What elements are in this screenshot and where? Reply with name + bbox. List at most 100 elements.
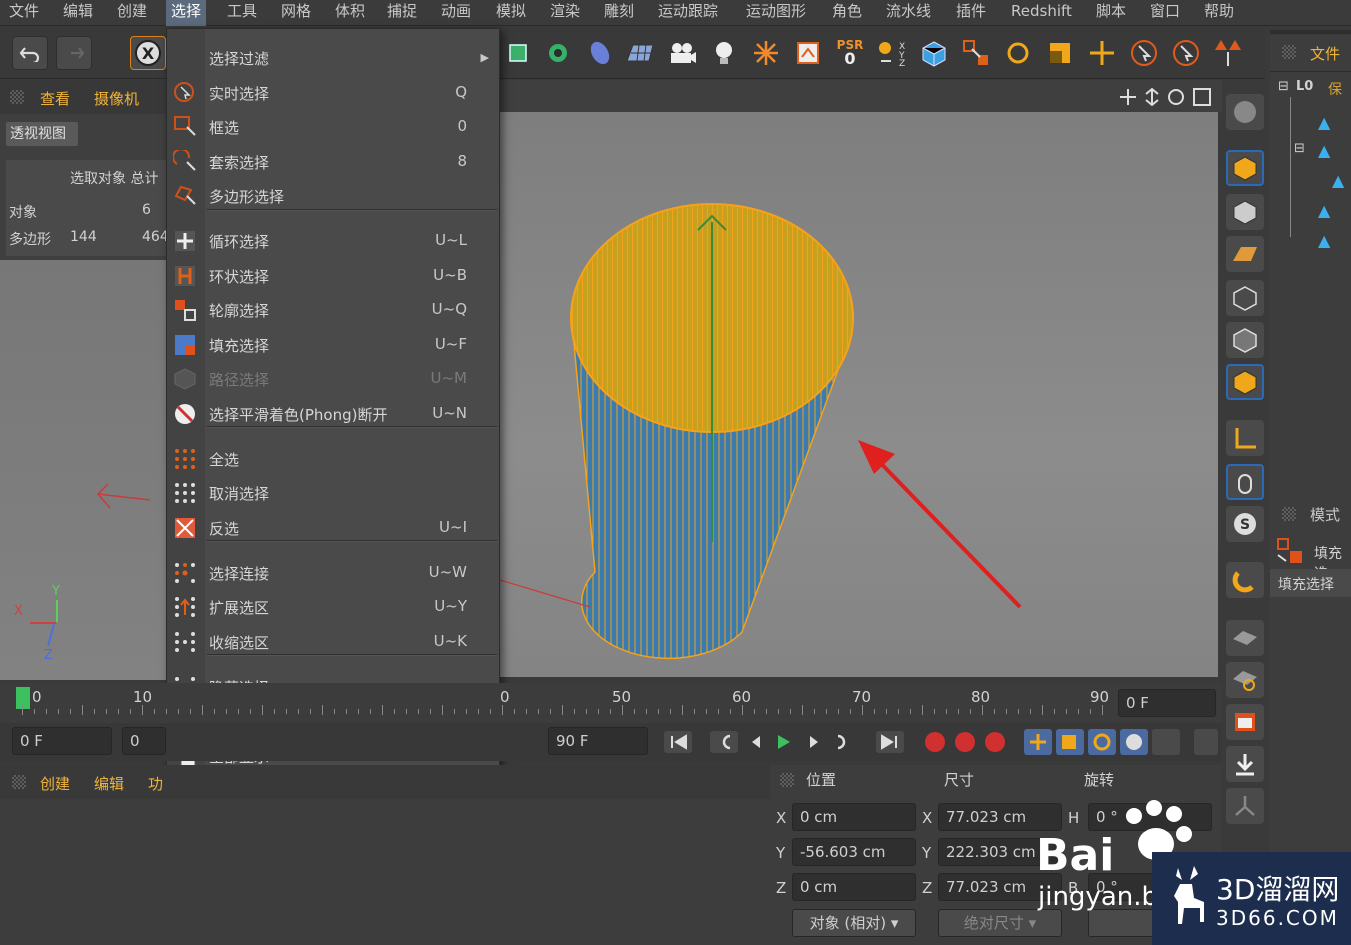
menu-14[interactable]: 角色 <box>827 0 867 26</box>
menu-20[interactable]: 帮助 <box>1199 0 1239 26</box>
menu-7[interactable]: 捕捉 <box>382 0 422 26</box>
import-button[interactable] <box>1226 746 1264 782</box>
select-menu-item-7[interactable]: 轮廓选择 U~Q <box>167 293 499 327</box>
axis-button[interactable] <box>1226 788 1264 824</box>
planar-workplane-button[interactable] <box>1226 662 1264 698</box>
cube-object-button[interactable] <box>500 36 536 70</box>
menu-9[interactable]: 模拟 <box>491 0 531 26</box>
magnet-button[interactable] <box>1226 562 1264 598</box>
lock-workplane-button[interactable] <box>1226 620 1264 656</box>
menu-18[interactable]: 脚本 <box>1091 0 1131 26</box>
drag-handle[interactable] <box>12 775 26 789</box>
drag-handle[interactable] <box>10 90 24 104</box>
make-editable-button[interactable] <box>1226 94 1264 130</box>
tree-collapse-icon[interactable]: ⊟ <box>1294 141 1305 156</box>
select-menu-item-0[interactable]: 选择过滤 ▶ <box>167 41 499 75</box>
redo-button[interactable] <box>56 36 92 70</box>
solo-button[interactable]: S <box>1226 506 1264 542</box>
select-menu-item-2[interactable]: 框选 0 <box>167 110 499 144</box>
select-menu-item-4[interactable]: 多边形选择 <box>167 179 499 213</box>
select-menu-item-8[interactable]: 填充选择 U~F <box>167 328 499 362</box>
edge-mode-button[interactable] <box>1226 322 1264 358</box>
scale-tool-button[interactable] <box>1042 36 1078 70</box>
menu-1[interactable]: 编辑 <box>58 0 98 26</box>
rotate-tool-button[interactable] <box>1000 36 1036 70</box>
viewport-nav-icons[interactable] <box>1118 86 1214 108</box>
drag-handle[interactable] <box>780 773 794 787</box>
menu-5[interactable]: 网格 <box>276 0 316 26</box>
menu-6[interactable]: 体积 <box>330 0 370 26</box>
3d-viewport[interactable] <box>499 112 1218 677</box>
key-buttons[interactable] <box>920 727 1220 757</box>
select-menu-item-5[interactable]: 循环选择 U~L <box>167 224 499 258</box>
select-menu-item-9[interactable]: 路径选择 U~M <box>167 362 499 396</box>
polygon-mode-button[interactable] <box>1226 364 1264 400</box>
viewport-left-area[interactable] <box>0 260 170 680</box>
light-button[interactable] <box>706 36 742 70</box>
playback-buttons[interactable] <box>660 729 910 755</box>
size-z-field[interactable]: 77.023 cm <box>938 873 1062 901</box>
live-select-tool-button[interactable] <box>1126 36 1162 70</box>
size-y-field[interactable]: 222.303 cm <box>938 838 1062 866</box>
camera-menu[interactable]: 摄像机 <box>94 88 139 109</box>
select-menu-item-12[interactable]: 取消选择 <box>167 476 499 510</box>
deformer-button[interactable] <box>582 36 618 70</box>
menu-8[interactable]: 动画 <box>436 0 476 26</box>
tweak-mode-button[interactable] <box>1226 464 1264 500</box>
size-mode-select[interactable]: 绝对尺寸 ▾ <box>938 909 1062 937</box>
select-menu-item-15[interactable]: 扩展选区 U~Y <box>167 590 499 624</box>
tree-object-icon[interactable]: ▲ <box>1318 201 1330 220</box>
coord-mode-select[interactable]: 对象 (相对) ▾ <box>792 909 916 937</box>
select-menu-item-6[interactable]: 环状选择 U~B <box>167 259 499 293</box>
select-menu-item-13[interactable]: 反选 U~I <box>167 511 499 545</box>
menu-11[interactable]: 雕刻 <box>599 0 639 26</box>
tree-object-icon[interactable]: ▲ <box>1318 141 1330 160</box>
start-frame-field[interactable]: 0 <box>122 727 166 755</box>
menu-13[interactable]: 运动图形 <box>741 0 811 26</box>
menu-4[interactable]: 工具 <box>222 0 262 26</box>
min-frame-field[interactable]: 0 F <box>12 727 112 755</box>
pos-x-field[interactable]: 0 cm <box>792 803 916 831</box>
tree-object-icon[interactable]: ▲ <box>1318 231 1330 250</box>
select-tool-button[interactable] <box>1168 36 1204 70</box>
root-object-name[interactable]: 保 <box>1328 79 1342 99</box>
drag-handle[interactable] <box>1282 45 1296 59</box>
texture-mode-button[interactable] <box>1226 194 1264 230</box>
tree-collapse-icon[interactable]: ⊟ <box>1278 79 1289 94</box>
select-menu-item-16[interactable]: 收缩选区 U~K <box>167 625 499 659</box>
object-tab-file[interactable]: 文件 <box>1310 43 1340 64</box>
menu-10[interactable]: 渲染 <box>545 0 585 26</box>
select-menu-item-14[interactable]: 选择连接 U~W <box>167 556 499 590</box>
mode-tab[interactable]: 模式 <box>1310 504 1340 525</box>
tag-button[interactable] <box>790 36 826 70</box>
create-menu[interactable]: 创建 <box>40 773 70 794</box>
select-menu-item-11[interactable]: 全选 <box>167 442 499 476</box>
current-frame-field[interactable]: 0 F <box>1118 689 1216 717</box>
timeline-ruler[interactable]: 0 10 0 50 60 70 80 90 0 F <box>0 683 1222 723</box>
point-mode-button[interactable] <box>1226 280 1264 316</box>
viewport-solo-button[interactable] <box>1226 704 1264 740</box>
menu-3[interactable]: 选择 <box>166 0 207 26</box>
menu-19[interactable]: 窗口 <box>1145 0 1185 26</box>
select-menu-item-1[interactable]: 实时选择 Q <box>167 76 499 110</box>
edit-menu[interactable]: 编辑 <box>94 773 124 794</box>
move-tool-button[interactable] <box>1084 36 1120 70</box>
mograph-button[interactable] <box>540 36 576 70</box>
drag-handle[interactable] <box>1282 507 1296 521</box>
pos-y-field[interactable]: -56.603 cm <box>792 838 916 866</box>
menu-15[interactable]: 流水线 <box>881 0 936 26</box>
playhead[interactable] <box>16 687 30 709</box>
view-menu[interactable]: 查看 <box>40 88 70 109</box>
menu-2[interactable]: 创建 <box>112 0 152 26</box>
select-menu-item-3[interactable]: 套索选择 8 <box>167 145 499 179</box>
psr-button[interactable]: PSR 0 <box>832 36 868 70</box>
menu-12[interactable]: 运动跟踪 <box>653 0 723 26</box>
tree-object-icon[interactable]: ▲ <box>1332 171 1344 190</box>
uv-mode-button[interactable] <box>1226 420 1264 456</box>
effector-button[interactable] <box>748 36 784 70</box>
menu-0[interactable]: 文件 <box>4 0 44 26</box>
x-axis-lock-button[interactable]: X <box>130 36 166 70</box>
size-x-field[interactable]: 77.023 cm <box>938 803 1062 831</box>
menu-16[interactable]: 插件 <box>951 0 991 26</box>
menu-17[interactable]: Redshift <box>1006 0 1077 26</box>
